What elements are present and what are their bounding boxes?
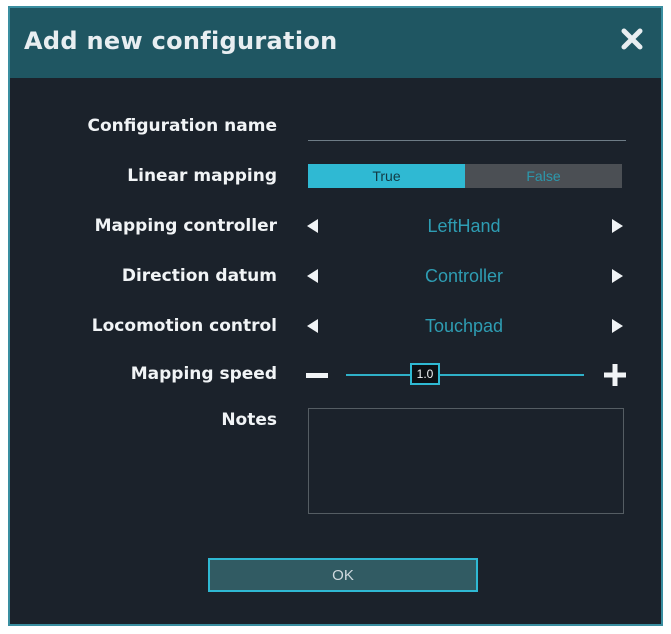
direction-datum-previous-arrow-icon[interactable]	[304, 267, 322, 285]
mapping-speed-decrease-icon[interactable]	[306, 373, 328, 378]
locomotion-control-label: Locomotion control	[91, 316, 277, 336]
mapping-speed-label: Mapping speed	[130, 364, 277, 384]
ok-button[interactable]: OK	[208, 558, 478, 592]
locomotion-control-previous-arrow-icon[interactable]	[304, 317, 322, 335]
linear-mapping-toggle: True False	[308, 164, 622, 188]
linear-mapping-false-option[interactable]: False	[465, 164, 622, 188]
direction-datum-row: Direction datum Controller	[10, 256, 661, 296]
direction-datum-next-arrow-icon[interactable]	[608, 267, 626, 285]
mapping-controller-next-arrow-icon[interactable]	[608, 217, 626, 235]
locomotion-control-next-arrow-icon[interactable]	[608, 317, 626, 335]
mapping-controller-label: Mapping controller	[94, 216, 277, 236]
notes-textarea[interactable]	[308, 408, 624, 514]
mapping-controller-value: LeftHand	[427, 216, 501, 236]
linear-mapping-true-option[interactable]: True	[308, 164, 465, 188]
locomotion-control-row: Locomotion control Touchpad	[10, 306, 661, 346]
configuration-name-row: Configuration name	[10, 106, 661, 146]
configuration-name-input[interactable]	[308, 110, 626, 141]
direction-datum-label: Direction datum	[121, 266, 277, 286]
linear-mapping-row: Linear mapping True False	[10, 156, 661, 196]
mapping-controller-previous-arrow-icon[interactable]	[304, 217, 322, 235]
mapping-speed-slider-track[interactable]	[346, 374, 584, 376]
configuration-name-label: Configuration name	[87, 116, 277, 136]
add-configuration-dialog: Add new configuration Configuration name…	[8, 6, 663, 626]
dialog-title-bar: Add new configuration	[10, 8, 661, 78]
mapping-speed-slider-thumb[interactable]: 1.0	[410, 363, 440, 385]
mapping-speed-row: Mapping speed 1.0	[10, 354, 661, 394]
mapping-speed-increase-icon[interactable]	[602, 362, 628, 388]
dialog-title: Add new configuration	[24, 27, 338, 55]
notes-label: Notes	[221, 410, 277, 430]
mapping-controller-row: Mapping controller LeftHand	[10, 206, 661, 246]
linear-mapping-label: Linear mapping	[127, 166, 277, 186]
direction-datum-value: Controller	[424, 266, 504, 286]
close-icon[interactable]	[615, 22, 649, 56]
locomotion-control-value: Touchpad	[424, 316, 504, 336]
